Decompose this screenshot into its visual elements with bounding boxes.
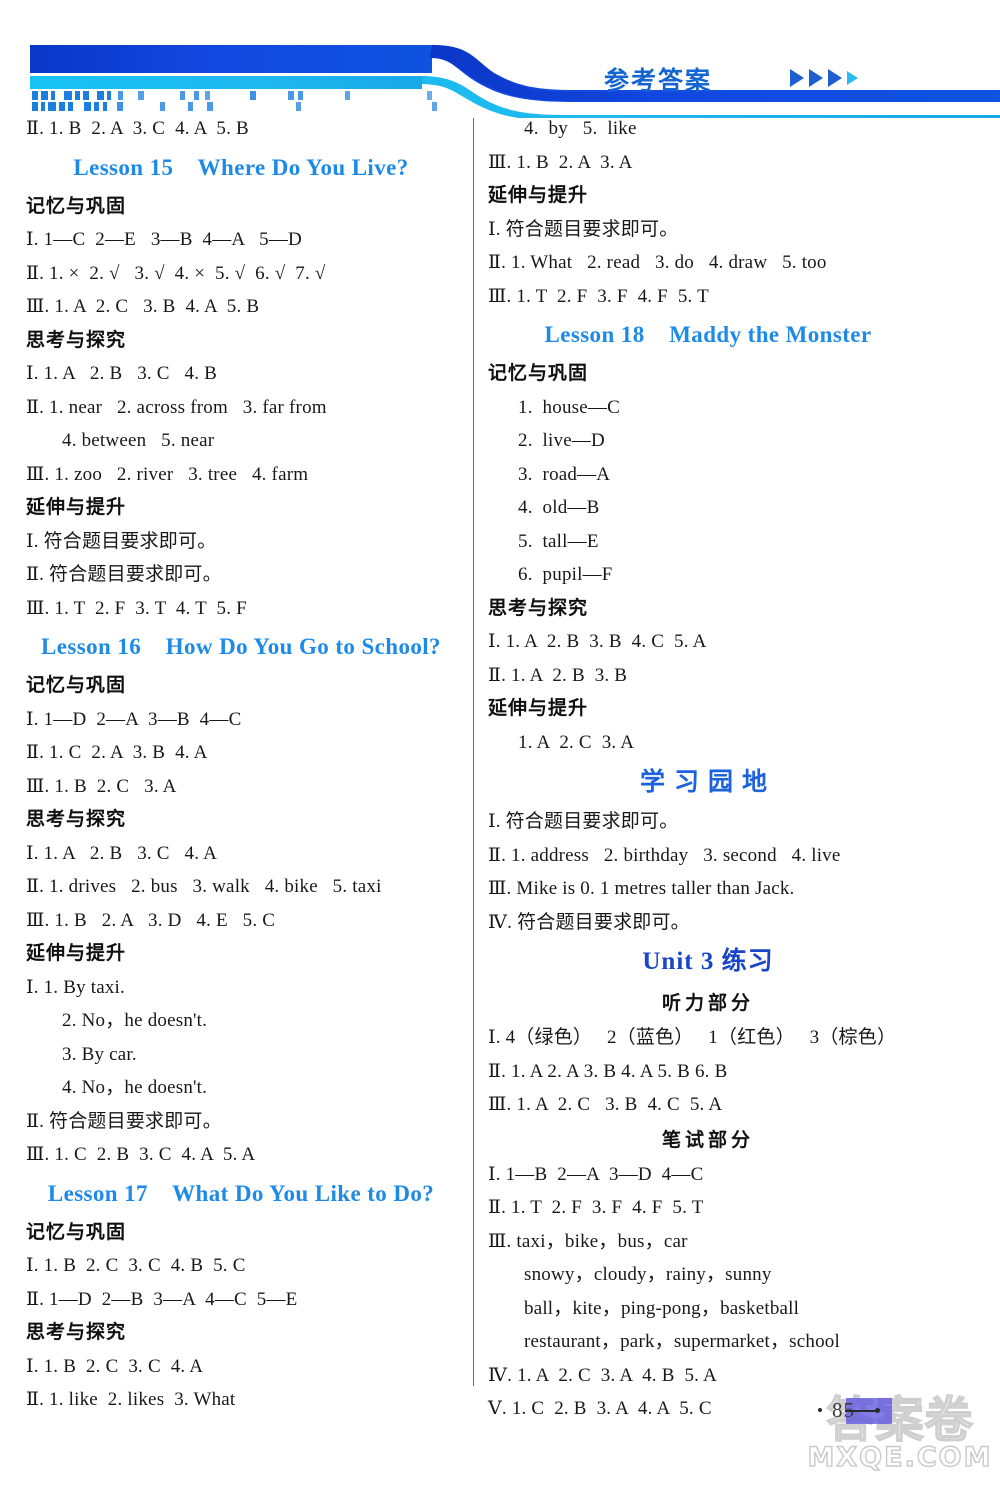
answer-line: Ⅲ. 1. B 2. A 3. A: [488, 151, 633, 173]
part-heading: 笔试部分: [661, 1128, 754, 1151]
unit-heading: Unit 3 练习: [642, 948, 774, 975]
answer-line: Ⅲ. 1. T 2. F 3. F 4. F 5. T: [488, 285, 709, 307]
watermark-domain-text: MXQE.COM: [807, 1441, 993, 1473]
answers-right-column: 4. by 5. like Ⅲ. 1. B 2. A 3. A 延伸与提升 Ⅰ. 符合…: [488, 112, 928, 1426]
answer-line: Ⅴ. 1. C 2. B 3. A 4. A 5. C: [488, 1398, 712, 1419]
answer-line: Ⅲ. 1. A 2. C 3. B 4. C 5. A: [488, 1094, 723, 1115]
section-heading: 延伸与提升: [488, 697, 589, 719]
answers-left-column: Ⅱ. 1. B 2. A 3. C 4. A 5. B Lesson 15 Whe…: [26, 112, 456, 1417]
answer-line: Ⅲ. 1. C 2. B 3. C 4. A 5. A: [26, 1144, 256, 1165]
triangle-right-icon: [828, 69, 842, 87]
answer-line: Ⅱ. 1—D 2—B 3—A 4—C 5—E: [26, 1288, 298, 1310]
answer-line: 1. A 2. C 3. A: [518, 731, 635, 753]
answer-line: Ⅱ. 1. address 2. birthday 3. second 4. l…: [488, 844, 841, 866]
answer-line: Ⅰ. 1—D 2—A 3—B 4—C: [26, 708, 242, 730]
section-heading: 延伸与提升: [488, 184, 589, 206]
answer-line: 4. old—B: [518, 497, 600, 518]
answer-line: Ⅱ. 1. drives 2. bus 3. walk 4. bike 5. t…: [26, 876, 382, 897]
triangle-right-icon: [790, 69, 804, 87]
section-heading: 记忆与巩固: [488, 362, 589, 384]
lesson-heading: Lesson 18 Maddy the Monster: [544, 322, 872, 347]
answer-line: 6. pupil—F: [518, 564, 613, 585]
answer-line: Ⅱ. 1. T 2. F 3. F 4. F 5. T: [488, 1197, 704, 1218]
answer-line: 2. No，he doesn't.: [62, 1010, 208, 1031]
answer-line: Ⅲ. 1. T 2. F 3. T 4. T 5. F: [26, 597, 247, 619]
triangle-right-icon: [809, 69, 823, 87]
answer-line: snowy，cloudy，rainy，sunny: [524, 1264, 772, 1285]
column-divider: [473, 118, 474, 1386]
answer-line: Ⅲ. 1. zoo 2. river 3. tree 4. farm: [26, 463, 309, 485]
answer-line: Ⅱ. 1. B 2. A 3. C 4. A 5. B: [26, 118, 249, 139]
answer-line: 1. house—C: [518, 396, 620, 418]
answer-line: Ⅱ. 1. × 2. √ 3. √ 4. × 5. √ 6. √ 7. √: [26, 262, 326, 284]
answer-line: ball，kite，ping-pong，basketball: [524, 1297, 800, 1319]
section-heading: 思考与探究: [26, 808, 127, 830]
answer-line: Ⅳ. 1. A 2. C 3. A 4. B 5. A: [488, 1364, 717, 1386]
section-heading: 延伸与提升: [26, 496, 127, 518]
answer-line: 4. No，he doesn't.: [62, 1077, 208, 1098]
section-heading: 记忆与巩固: [26, 1220, 127, 1243]
answer-line: Ⅰ. 符合题目要求即可。: [488, 811, 679, 832]
answer-line: 5. tall—E: [518, 530, 599, 552]
section-heading: 思考与探究: [26, 328, 127, 351]
answer-line: Ⅳ. 符合题目要求即可。: [488, 911, 690, 933]
answer-line: Ⅱ. 1. C 2. A 3. B 4. A: [26, 742, 208, 763]
answer-line: Ⅱ. 1. What 2. read 3. do 4. draw 5. too: [488, 252, 827, 273]
answer-line: 2. live—D: [518, 430, 605, 451]
page-number-rule: [845, 1410, 879, 1412]
lesson-heading: Lesson 15 Where Do You Live?: [73, 154, 409, 180]
answer-line: Ⅰ. 1. B 2. C 3. C 4. B 5. C: [26, 1255, 246, 1276]
answer-line: Ⅱ. 符合题目要求即可。: [26, 564, 222, 585]
page-header: 参考答案: [0, 0, 1000, 121]
answer-line: Ⅲ. 1. A 2. C 3. B 4. A 5. B: [26, 296, 260, 317]
section-heading: 记忆与巩固: [26, 194, 127, 217]
answer-line: Ⅱ. 符合题目要求即可。: [26, 1110, 222, 1132]
answer-line: Ⅱ. 1. like 2. likes 3. What: [26, 1389, 236, 1410]
answer-line: Ⅲ. Mike is 0. 1 metres taller than Jack.: [488, 878, 795, 899]
answer-line: restaurant，park，supermarket，school: [524, 1331, 840, 1352]
header-swoosh-graphic: [30, 45, 1000, 121]
answer-line: Ⅱ. 1. near 2. across from 3. far from: [26, 396, 327, 418]
answer-line: Ⅰ. 1. By taxi.: [26, 976, 125, 998]
answer-line: Ⅱ. 1. A 2. A 3. B 4. A 5. B 6. B: [488, 1060, 728, 1082]
answer-line: Ⅰ. 符合题目要求即可。: [26, 530, 217, 552]
answer-line: 4. by 5. like: [524, 118, 637, 139]
answer-line: Ⅰ. 1—B 2—A 3—D 4—C: [488, 1163, 704, 1185]
triangle-right-icon: [847, 71, 858, 85]
answer-line: Ⅰ. 4（绿色） 2（蓝色） 1（红色） 3（棕色）: [488, 1027, 897, 1048]
answer-line: 4. between 5. near: [62, 430, 215, 451]
section-heading: 记忆与巩固: [26, 674, 127, 696]
section-heading: 思考与探究: [26, 1321, 127, 1343]
answer-line: Ⅱ. 1. A 2. B 3. B: [488, 664, 628, 686]
answer-line: Ⅲ. 1. B 2. A 3. D 4. E 5. C: [26, 909, 276, 931]
section-heading: 思考与探究: [488, 596, 589, 619]
section-title: 学习园地: [639, 767, 776, 796]
answer-line: Ⅰ. 符合题目要求即可。: [488, 218, 679, 240]
answer-line: Ⅰ. 1—C 2—E 3—B 4—A 5—D: [26, 229, 302, 250]
page-title: 参考答案: [604, 66, 713, 95]
page-number-dot-right: [875, 1408, 880, 1413]
lesson-heading: Lesson 16 How Do You Go to School?: [41, 634, 441, 659]
answer-line: Ⅰ. 1. A 2. B 3. C 4. B: [26, 363, 217, 384]
page-number-dot-left: [818, 1408, 822, 1412]
section-heading: 延伸与提升: [26, 942, 127, 964]
answer-line: 3. road—A: [518, 463, 611, 485]
answer-line: Ⅲ. taxi，bike，bus，car: [488, 1230, 688, 1252]
part-heading: 听力部分: [661, 992, 754, 1014]
answer-line: Ⅰ. 1. A 2. B 3. C 4. A: [26, 842, 217, 864]
header-decorative-bands: [0, 0, 1000, 121]
answer-line: 3. By car.: [62, 1043, 137, 1065]
lesson-heading: Lesson 17 What Do You Like to Do?: [47, 1180, 435, 1206]
answer-line: Ⅲ. 1. B 2. C 3. A: [26, 775, 177, 797]
header-arrows: [790, 69, 858, 87]
answer-line: Ⅰ. 1. A 2. B 3. B 4. C 5. A: [488, 631, 707, 652]
answer-line: Ⅰ. 1. B 2. C 3. C 4. A: [26, 1355, 204, 1377]
